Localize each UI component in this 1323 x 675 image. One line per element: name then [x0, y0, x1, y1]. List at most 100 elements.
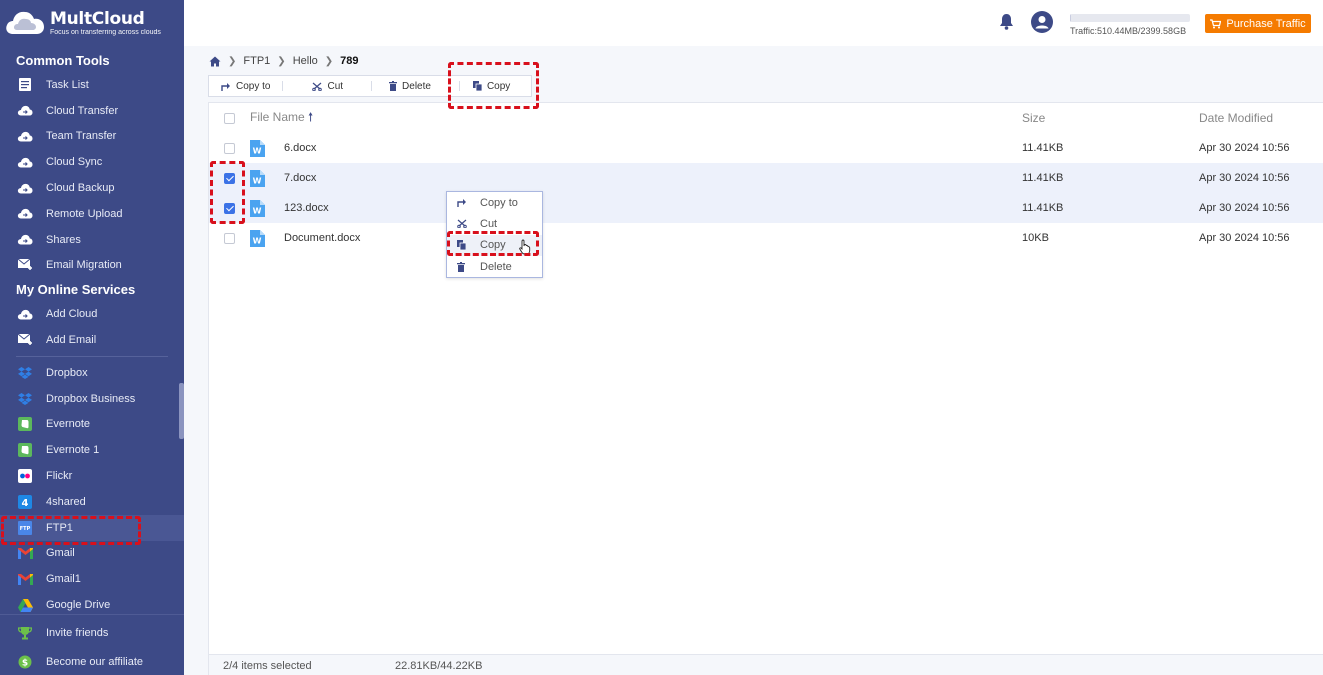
remote-upload-icon [17, 207, 33, 221]
sidebar-item-dropbox[interactable]: Dropbox [0, 360, 184, 386]
row-checkbox[interactable] [224, 202, 235, 214]
sidebar-item-label: Cloud Backup [46, 182, 115, 195]
sidebar-item-4shared[interactable]: 4 4shared [0, 489, 184, 515]
context-delete[interactable]: Delete [447, 256, 542, 277]
breadcrumb-separator: ❯ [228, 55, 237, 67]
sidebar-item-label: Evernote [46, 418, 91, 431]
sidebar-item-flickr[interactable]: Flickr [0, 463, 184, 489]
sidebar-item-evernote[interactable]: Evernote [0, 412, 184, 438]
sidebar-item-add-email[interactable]: Add Email [0, 327, 184, 353]
file-name[interactable]: 123.docx [284, 202, 329, 214]
table-row[interactable]: W 6.docx 11.41KB Apr 30 2024 10:56 [209, 133, 1323, 163]
scissors-icon [312, 82, 323, 91]
row-checkbox[interactable] [224, 232, 235, 244]
column-header-size[interactable]: Size [1022, 111, 1045, 125]
sidebar-item-cloud-transfer[interactable]: Cloud Transfer [0, 98, 184, 124]
sidebar-item-label: Invite friends [46, 626, 109, 639]
file-size: 11.41KB [1022, 142, 1064, 154]
row-checkbox[interactable] [224, 172, 235, 184]
file-date: Apr 30 2024 10:56 [1199, 202, 1290, 214]
column-header-name[interactable]: File Name 🠕 [250, 108, 313, 129]
file-size: 10KB [1022, 232, 1049, 244]
topbar: Traffic:510.44MB/2399.58GB Purchase Traf… [184, 0, 1323, 46]
breadcrumb-separator: ❯ [324, 55, 334, 67]
copy-to-icon [221, 82, 231, 91]
sidebar-item-dropbox-business[interactable]: Dropbox Business [0, 386, 184, 412]
sidebar-item-label: Team Transfer [46, 130, 117, 143]
breadcrumb-current: 789 [340, 55, 359, 67]
svg-text:W: W [253, 236, 262, 245]
svg-text:FTP: FTP [20, 526, 31, 532]
cart-icon [1210, 18, 1222, 29]
sidebar-item-label: Cloud Transfer [46, 104, 119, 117]
file-size: 11.41KB [1022, 202, 1064, 214]
cloud-sync-icon [17, 155, 33, 169]
sidebar-bottom: Invite friends $ Become our affiliate [0, 614, 184, 675]
column-header-date[interactable]: Date Modified [1199, 111, 1273, 125]
sidebar-item-label: Remote Upload [46, 207, 123, 220]
svg-text:$: $ [22, 658, 28, 668]
sidebar-item-label: Gmail1 [46, 573, 81, 586]
sidebar-item-label: Google Drive [46, 599, 111, 612]
sidebar-item-label: Add Email [46, 334, 97, 347]
file-date: Apr 30 2024 10:56 [1199, 142, 1290, 154]
bell-icon[interactable] [999, 13, 1014, 33]
copy-to-label: Copy to [236, 80, 271, 92]
sidebar-item-label: Dropbox Business [46, 392, 136, 405]
breadcrumb-item-ftp1[interactable]: FTP1 [243, 55, 270, 67]
sidebar-item-evernote-1[interactable]: Evernote 1 [0, 437, 184, 463]
sidebar-item-email-migration[interactable]: Email Migration [0, 253, 184, 279]
purchase-traffic-button[interactable]: Purchase Traffic [1205, 14, 1311, 33]
main-content: ❯ FTP1 ❯ Hello ❯ 789 Copy to Cut Delete … [184, 46, 1323, 675]
context-copy[interactable]: Copy [447, 234, 542, 256]
sidebar-item-label: Evernote 1 [46, 444, 100, 457]
file-name[interactable]: Document.docx [284, 232, 360, 244]
sidebar-item-label: Cloud Sync [46, 156, 103, 169]
sidebar-item-gmail[interactable]: Gmail [0, 541, 184, 567]
sidebar-item-team-transfer[interactable]: Team Transfer [0, 124, 184, 150]
home-icon[interactable] [209, 56, 221, 67]
table-row[interactable]: W 7.docx 11.41KB Apr 30 2024 10:56 [209, 163, 1323, 193]
sidebar-item-remote-upload[interactable]: Remote Upload [0, 201, 184, 227]
sidebar-item-become-our-affiliate[interactable]: $ Become our affiliate [0, 647, 184, 675]
copy-button[interactable]: Copy [458, 76, 522, 96]
sidebar-item-invite-friends[interactable]: Invite friends [0, 618, 184, 647]
row-checkbox[interactable] [224, 142, 235, 154]
cut-button[interactable]: Cut [282, 76, 371, 96]
table-row[interactable]: W 123.docx 11.41KB Apr 30 2024 10:56 [209, 193, 1323, 223]
select-all-checkbox[interactable] [224, 112, 235, 124]
gmail-icon [17, 546, 33, 560]
sort-up-icon[interactable]: 🠕 [308, 110, 313, 124]
context-copy-to[interactable]: Copy to [447, 192, 542, 213]
sidebar-item-gmail1[interactable]: Gmail1 [0, 566, 184, 592]
online-services-title: My Online Services [16, 282, 136, 298]
sidebar-item-add-cloud[interactable]: Add Cloud [0, 301, 184, 327]
delete-label: Delete [402, 80, 431, 92]
logo[interactable]: MultCloud Focus on transferring across c… [0, 0, 184, 46]
context-cut-label: Cut [480, 217, 498, 230]
traffic-progress [1070, 14, 1190, 22]
google-drive-icon [17, 598, 33, 612]
evernote-icon [17, 417, 33, 432]
delete-button[interactable]: Delete [371, 76, 459, 96]
sidebar-item-label: Flickr [46, 470, 73, 483]
sidebar-item-task-list[interactable]: Task List [0, 72, 184, 98]
sidebar-item-cloud-sync[interactable]: Cloud Sync [0, 149, 184, 175]
sidebar-item-ftp1[interactable]: FTP FTP1 [0, 514, 184, 541]
table-row[interactable]: W Document.docx 10KB Apr 30 2024 10:56 [209, 223, 1323, 253]
user-avatar-icon[interactable] [1031, 11, 1053, 33]
sidebar-item-label: Dropbox [46, 366, 88, 379]
copy-to-button[interactable]: Copy to [209, 76, 282, 96]
file-name[interactable]: 6.docx [284, 142, 316, 154]
ftp-icon: FTP [17, 520, 33, 535]
table-header: File Name 🠕 Size Date Modified [209, 103, 1323, 133]
sidebar-item-shares[interactable]: Shares [0, 227, 184, 253]
word-file-icon: W [250, 229, 265, 247]
file-name[interactable]: 7.docx [284, 172, 316, 184]
column-name-label: File Name [250, 109, 305, 124]
context-cut[interactable]: Cut [447, 213, 542, 234]
file-date: Apr 30 2024 10:56 [1199, 232, 1290, 244]
selected-count: 2/4 items selected [223, 660, 312, 672]
sidebar-item-cloud-backup[interactable]: Cloud Backup [0, 175, 184, 201]
breadcrumb-item-hello[interactable]: Hello [293, 55, 318, 67]
